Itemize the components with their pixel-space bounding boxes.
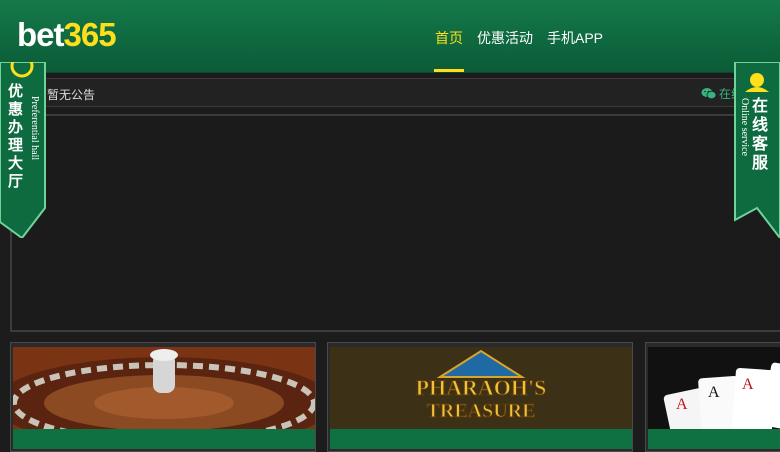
nav-item-home[interactable]: 首页	[428, 0, 470, 72]
game-card-pharaohs-treasure[interactable]: PHARAOH'S TREASURE	[327, 342, 633, 452]
wechat-icon	[701, 88, 717, 100]
preferential-hall-en: Preferential hall	[29, 96, 40, 161]
pharaohs-treasure-image: PHARAOH'S TREASURE	[330, 347, 632, 429]
playing-cards-image: A A A	[648, 347, 780, 429]
banner-area	[10, 114, 780, 332]
bet365-logo[interactable]: bet365	[17, 16, 117, 54]
logo-text-bet: bet	[17, 16, 64, 53]
game-card-cards[interactable]: A A A	[645, 342, 780, 452]
roulette-image	[13, 347, 315, 429]
pharaohs-logo-line1: PHARAOH'S	[416, 375, 547, 400]
online-service-en: Online service	[739, 98, 750, 157]
game-card-title	[648, 429, 780, 449]
card-ace-spades: A	[708, 384, 720, 401]
card-ace-hearts: A	[742, 376, 754, 393]
main-nav: 首页 优惠活动 手机APP	[428, 0, 610, 72]
nav-item-mobile-app[interactable]: 手机APP	[540, 0, 610, 72]
pharaohs-logo-line2: TREASURE	[427, 400, 536, 422]
card-ace-diamonds: A	[676, 396, 688, 413]
nav-item-promotions[interactable]: 优惠活动	[470, 0, 540, 72]
game-card-title	[13, 429, 315, 449]
top-header: bet365 首页 优惠活动 手机APP	[0, 0, 780, 73]
preferential-hall-cn: 优惠办理大厅	[8, 82, 24, 190]
game-card-roulette[interactable]	[10, 342, 316, 452]
announcement-bar: 暂无公告 在线	[10, 78, 780, 107]
preferential-hall-tab[interactable]: 优惠办理大厅 Preferential hall	[0, 54, 47, 240]
announcement-text: 暂无公告	[47, 88, 96, 102]
online-service-cn: 在线客服	[752, 96, 769, 172]
logo-text-365: 365	[63, 16, 117, 53]
game-card-title	[330, 429, 632, 449]
online-service-tab[interactable]: Online service 在线客服	[733, 61, 780, 240]
